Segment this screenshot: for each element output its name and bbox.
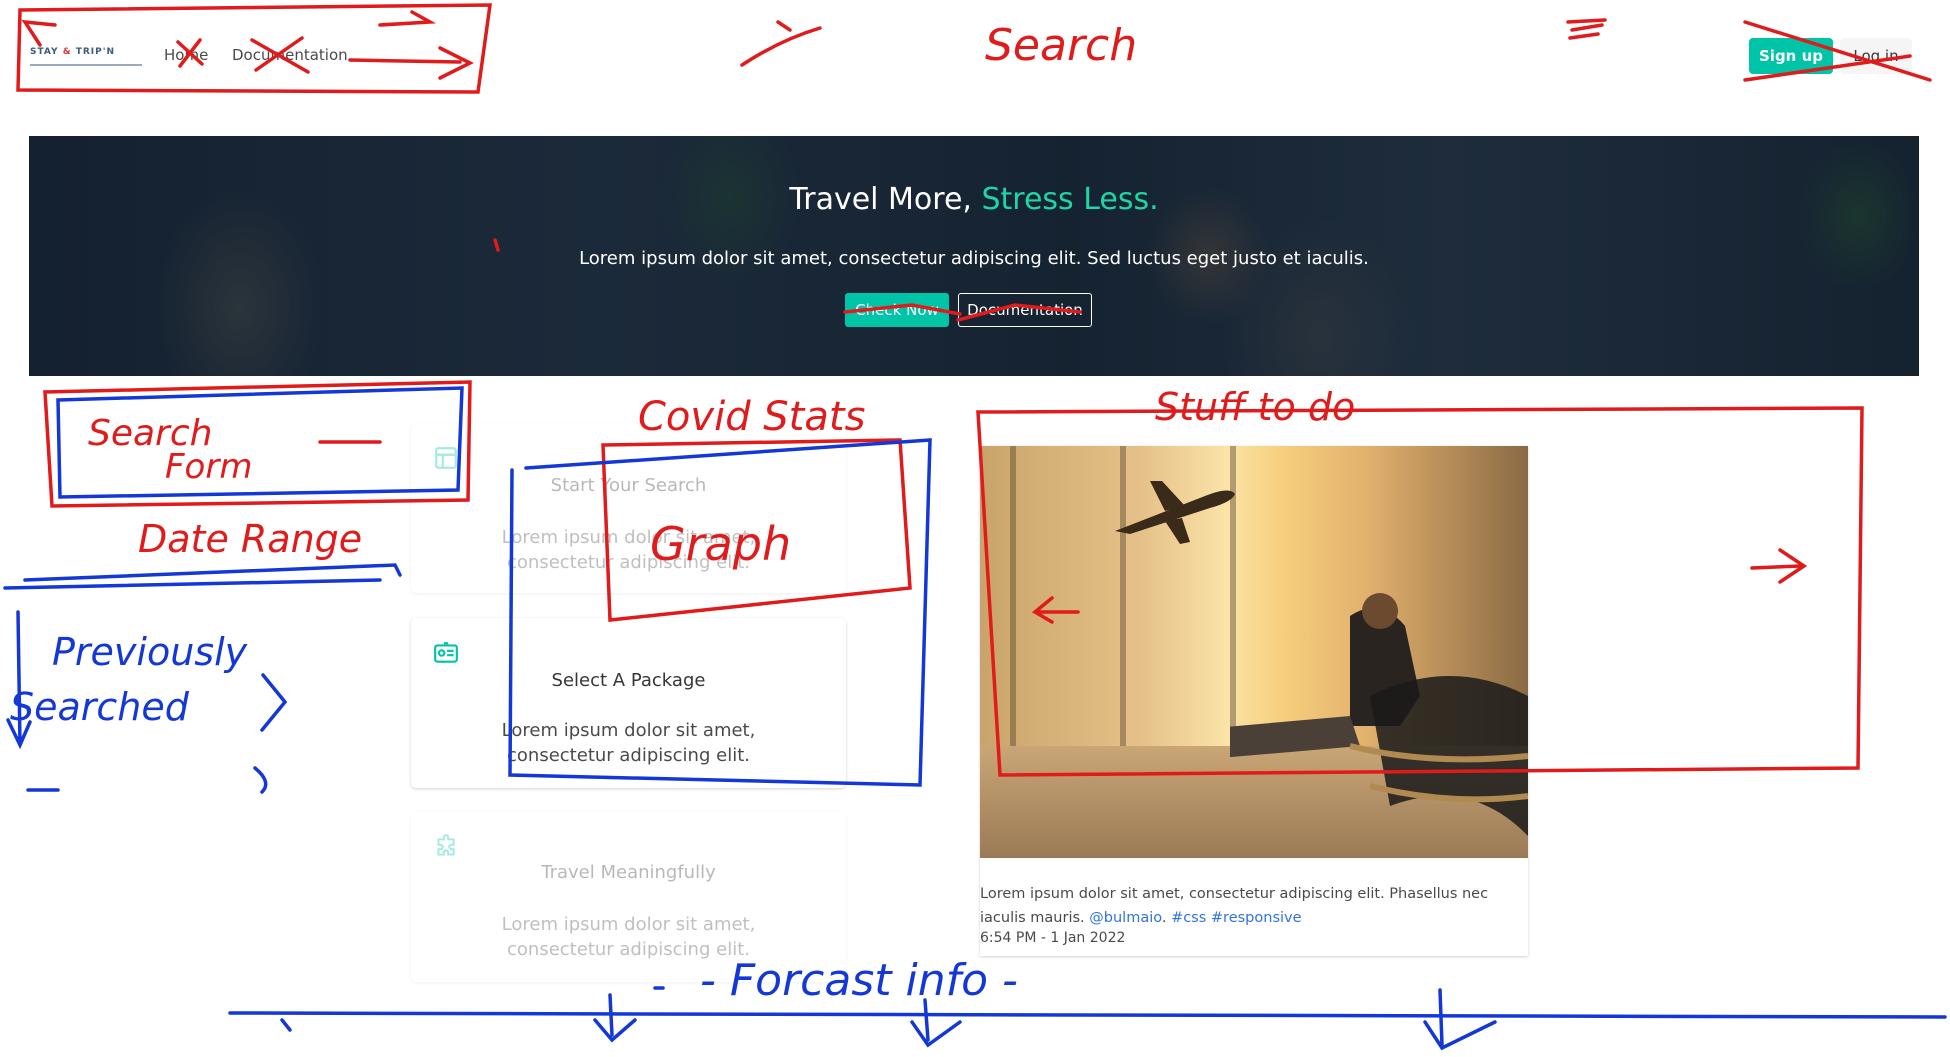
- ink-arrow-right-side: [1750, 548, 1808, 584]
- ink-label-search-form-1: Search: [88, 413, 212, 454]
- ink-arrow-left: [21, 19, 57, 47]
- id-card-icon: [434, 642, 458, 663]
- hero-title-main: Travel More,: [789, 182, 982, 217]
- media-timestamp: 6:54 PM - 1 Jan 2022: [980, 930, 1126, 946]
- card-select-package[interactable]: Select A Package Lorem ipsum dolor sit a…: [411, 618, 846, 788]
- logo-text-mid: &: [62, 47, 72, 57]
- window-frame: [1010, 446, 1016, 746]
- ink-label-search-form-2: Form: [165, 447, 252, 487]
- media-link-responsive[interactable]: #responsive: [1211, 910, 1302, 926]
- logo-underline: [30, 64, 142, 66]
- traveler-silhouette: [1230, 593, 1528, 836]
- ink-forecast-line: [228, 1011, 1947, 1019]
- check-now-button[interactable]: Check Now: [845, 293, 949, 327]
- login-button[interactable]: Log in: [1840, 38, 1912, 74]
- ink-search-form-inner-box: [56, 386, 464, 499]
- nav-link-documentation[interactable]: Documentation: [232, 46, 348, 64]
- nav-link-home[interactable]: Home: [164, 46, 208, 64]
- card-title: Travel Meaningfully: [541, 862, 716, 883]
- hero-subtitle: Lorem ipsum dolor sit amet, consectetur …: [579, 248, 1369, 269]
- ink-previously-arrow-right: [260, 673, 288, 732]
- ink-forecast-tick: [280, 1018, 292, 1032]
- card-title: Select A Package: [551, 670, 706, 691]
- ink-forecast-arrow-3: [1423, 988, 1497, 1051]
- hero-title: Travel More, Stress Less.: [29, 182, 1919, 217]
- brand-logo[interactable]: STAY & TRIP'N: [30, 47, 140, 61]
- ink-label-search: Search: [985, 20, 1137, 71]
- ink-stroke: [776, 20, 792, 32]
- ink-date-range-underline-2: [3, 578, 382, 590]
- airplane-silhouette: [1115, 481, 1235, 544]
- ink-arrow-right-upper: [378, 10, 437, 27]
- ink-forecast-arrow-1: [593, 993, 637, 1043]
- ink-previously-arrow-down: [6, 610, 32, 750]
- documentation-button[interactable]: Documentation: [958, 293, 1092, 327]
- ink-forecast-arrow-2: [910, 998, 962, 1048]
- hero-banner: Travel More, Stress Less. Lorem ipsum do…: [29, 136, 1919, 376]
- card-text: Lorem ipsum dolor sit amet, consectetur …: [501, 914, 756, 960]
- card-travel-meaningfully[interactable]: Travel Meaningfully Lorem ipsum dolor si…: [411, 812, 846, 982]
- media-link-handle[interactable]: @bulmaio: [1089, 910, 1162, 926]
- ink-label-searched: Searched: [10, 685, 190, 729]
- puzzle-icon: [437, 834, 455, 856]
- media-link-css[interactable]: #css: [1171, 910, 1206, 926]
- layout-icon: [435, 447, 457, 469]
- card-text: Lorem ipsum dolor sit amet, consectetur …: [501, 720, 756, 766]
- logo-text-right: TRIP'N: [75, 47, 115, 57]
- signup-button[interactable]: Sign up: [1749, 38, 1833, 74]
- ink-label-date-range: Date Range: [138, 517, 362, 561]
- ink-stroke: [740, 26, 822, 67]
- card-title: Start Your Search: [550, 475, 707, 496]
- ink-scribble: [1566, 18, 1607, 40]
- media-caption: Lorem ipsum dolor sit amet, consectetur …: [980, 886, 1489, 926]
- hero-title-accent: Stress Less.: [981, 182, 1159, 217]
- card-start-search[interactable]: Start Your Search Lorem ipsum dolor sit …: [411, 423, 846, 593]
- ink-arrow-right: [348, 46, 474, 80]
- logo-text-left: STAY: [30, 47, 59, 57]
- airport-photo: [980, 446, 1528, 858]
- ink-search-form-box: [43, 380, 472, 508]
- ink-curve: [253, 766, 268, 794]
- ink-date-range-underline: [23, 563, 402, 582]
- ink-label-previously: Previously: [52, 630, 248, 674]
- card-text: Lorem ipsum dolor sit amet, consectetur …: [501, 527, 756, 573]
- ink-label-stuff: Stuff to do: [1155, 385, 1355, 429]
- media-card: Lorem ipsum dolor sit amet, consectetur …: [980, 446, 1528, 956]
